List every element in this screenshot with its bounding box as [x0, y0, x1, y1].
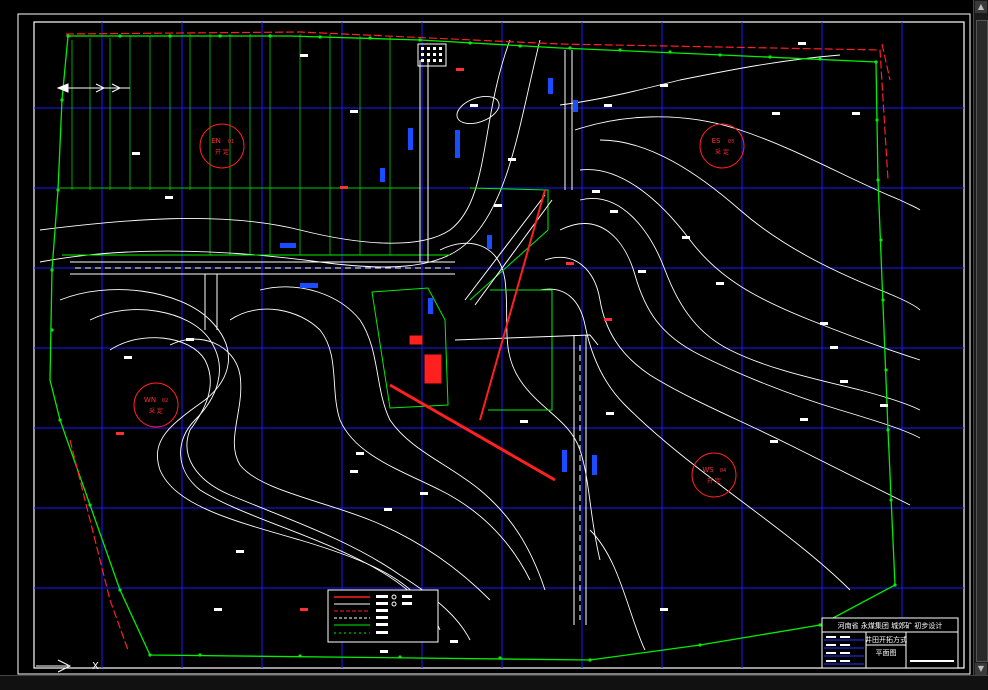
vertical-scrollbar[interactable]: ▲ ▼	[973, 0, 988, 676]
north-arrow-icon	[56, 83, 130, 93]
zone-ws-sub: 04	[720, 468, 726, 474]
zone-en-sub: 01	[228, 139, 234, 145]
zone-wn-sub: 02	[162, 398, 168, 404]
zone-en-code: EN	[211, 137, 221, 145]
coordinate-grid	[34, 22, 964, 668]
industrial-site-outline	[62, 187, 553, 411]
cad-drawing-viewport[interactable]: EN 01 开 定 ES 03 采 定 WN 02 采 定 WS 04 开 定	[0, 0, 988, 690]
zone-en-status: 开 定	[215, 148, 229, 156]
blue-markers	[280, 78, 597, 475]
zone-ws-code: WS	[702, 466, 714, 474]
scroll-up-icon[interactable]: ▲	[975, 1, 987, 13]
axis-x-label: X	[92, 661, 99, 672]
zone-ws-status: 开 定	[707, 477, 721, 485]
red-roadways	[389, 189, 556, 482]
title-drawing-name: 井田开拓方式	[865, 635, 907, 644]
zone-es[interactable]: ES 03 采 定	[699, 123, 745, 169]
zone-es-status: 采 定	[715, 148, 729, 156]
drawing-canvas[interactable]: EN 01 开 定 ES 03 采 定 WN 02 采 定 WS 04 开 定	[0, 0, 988, 690]
zone-es-code: ES	[712, 137, 721, 145]
ucs-icon	[36, 659, 72, 673]
zone-wn[interactable]: WN 02 采 定	[133, 382, 179, 428]
title-project: 河南省 永煤集团 城郊矿 初步设计	[838, 621, 943, 630]
status-bar	[0, 675, 988, 690]
contour-lines	[39, 39, 921, 651]
inner-frame	[33, 21, 965, 669]
legend	[327, 589, 439, 643]
title-drawing-type: 平面图	[876, 649, 897, 657]
sheet-border	[17, 13, 971, 675]
zone-es-sub: 03	[728, 139, 734, 145]
zone-wn-code: WN	[144, 396, 156, 404]
zone-en[interactable]: EN 01 开 定	[199, 123, 245, 169]
scroll-thumb[interactable]	[976, 20, 988, 662]
zone-wn-status: 采 定	[149, 407, 163, 415]
title-block: 河南省 永煤集团 城郊矿 初步设计 井田开拓方式 平面图	[821, 617, 959, 669]
zone-ws[interactable]: WS 04 开 定	[691, 452, 737, 498]
scroll-down-icon[interactable]: ▼	[975, 663, 987, 675]
